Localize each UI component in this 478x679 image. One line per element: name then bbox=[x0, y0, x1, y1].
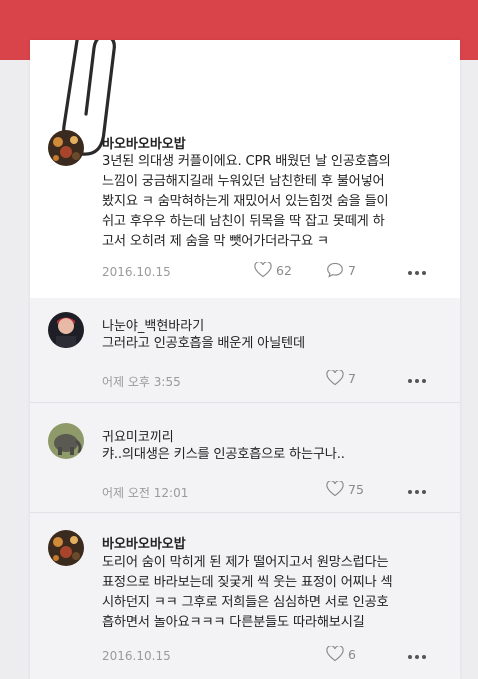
divider bbox=[30, 512, 460, 513]
divider bbox=[30, 402, 460, 403]
avatar[interactable] bbox=[48, 130, 84, 166]
heart-outline-icon bbox=[326, 370, 344, 386]
post-card: 바오바오바오밥 3년된 의대생 커플이에요. CPR 배웠던 날 인공호흡의 느… bbox=[30, 40, 460, 679]
author-name[interactable]: 귀요미코끼리 bbox=[102, 426, 174, 445]
like-count: 7 bbox=[348, 370, 356, 386]
heart-outline-icon bbox=[326, 646, 344, 662]
reply-date: 어제 오전 12:01 bbox=[102, 486, 189, 500]
reply-text: 그러라고 인공호흡을 배운게 아닐텐데 bbox=[102, 336, 305, 351]
avatar[interactable] bbox=[48, 312, 84, 348]
like-count: 75 bbox=[348, 481, 364, 497]
more-dots-icon[interactable] bbox=[408, 269, 426, 277]
like-count: 62 bbox=[276, 262, 292, 278]
avatar[interactable] bbox=[48, 530, 84, 566]
avatar[interactable] bbox=[48, 423, 84, 459]
reply-text: 캬..의대생은 키스를 인공호흡으로 하는구나.. bbox=[102, 447, 345, 462]
like-count: 6 bbox=[348, 646, 356, 662]
post-date: 2016.10.15 bbox=[102, 265, 171, 279]
reply-date: 어제 오후 3:55 bbox=[102, 375, 181, 389]
post-text: 3년된 의대생 커플이에요. CPR 배웠던 날 인공호흡의 느낌이 궁금해지길… bbox=[102, 154, 391, 249]
more-dots-icon[interactable] bbox=[408, 488, 426, 496]
like-button[interactable]: 62 bbox=[254, 262, 292, 278]
author-name[interactable]: 바오바오바오밥 bbox=[102, 533, 186, 552]
heart-outline-icon bbox=[326, 481, 344, 497]
like-button[interactable]: 7 bbox=[326, 370, 356, 386]
heart-outline-icon bbox=[254, 262, 272, 278]
reply-date: 2016.10.15 bbox=[102, 649, 171, 663]
reply-text: 도리어 숨이 막히게 된 제가 떨어지고서 원망스럽다는 표정으로 바라보는데 … bbox=[102, 555, 393, 630]
author-name[interactable]: 바오바오바오밥 bbox=[102, 133, 186, 152]
more-dots-icon[interactable] bbox=[408, 653, 426, 661]
like-button[interactable]: 6 bbox=[326, 646, 356, 662]
comment-count: 7 bbox=[348, 262, 356, 278]
speech-bubble-icon bbox=[327, 262, 343, 278]
author-name[interactable]: 나눈야_백현바라기 bbox=[102, 315, 204, 334]
comment-button[interactable]: 7 bbox=[326, 262, 356, 278]
more-dots-icon[interactable] bbox=[408, 377, 426, 385]
like-button[interactable]: 75 bbox=[326, 481, 364, 497]
